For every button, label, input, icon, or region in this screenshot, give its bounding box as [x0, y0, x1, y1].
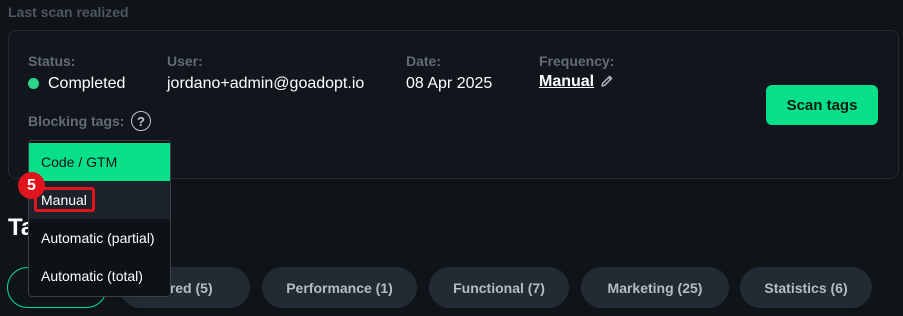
scan-tags-button[interactable]: Scan tags — [766, 85, 878, 125]
help-icon[interactable]: ? — [131, 111, 151, 131]
page: Last scan realized Status: Completed Use… — [0, 0, 903, 316]
user-label: User: — [167, 53, 203, 69]
annotation-step-badge: 5 — [18, 172, 45, 199]
category-chip-marketing[interactable]: Marketing (25) — [581, 267, 729, 308]
dropdown-option-automatic-total[interactable]: Automatic (total) — [29, 257, 170, 295]
blocking-tags-dropdown: Code / GTM Manual Automatic (partial) Au… — [28, 140, 171, 297]
dropdown-option-automatic-partial[interactable]: Automatic (partial) — [29, 219, 170, 257]
status-label: Status: — [28, 53, 76, 69]
category-chip-performance[interactable]: Performance (1) — [262, 267, 417, 308]
blocking-tags-label: Blocking tags: — [28, 113, 125, 129]
frequency-link[interactable]: Manual — [539, 73, 594, 91]
category-chip-functional[interactable]: Functional (7) — [429, 267, 569, 308]
status-dot-icon — [28, 78, 39, 89]
dropdown-option-code-gtm[interactable]: Code / GTM — [29, 143, 170, 181]
category-chip-statistics[interactable]: Statistics (6) — [740, 267, 872, 308]
date-label: Date: — [406, 53, 442, 69]
date-value: 08 Apr 2025 — [406, 75, 493, 92]
pencil-icon[interactable] — [600, 74, 614, 88]
user-value: jordano+admin@goadopt.io — [167, 75, 365, 92]
frequency-label: Frequency: — [539, 53, 615, 69]
status-value: Completed — [48, 75, 126, 92]
section-label: Last scan realized — [8, 4, 129, 20]
